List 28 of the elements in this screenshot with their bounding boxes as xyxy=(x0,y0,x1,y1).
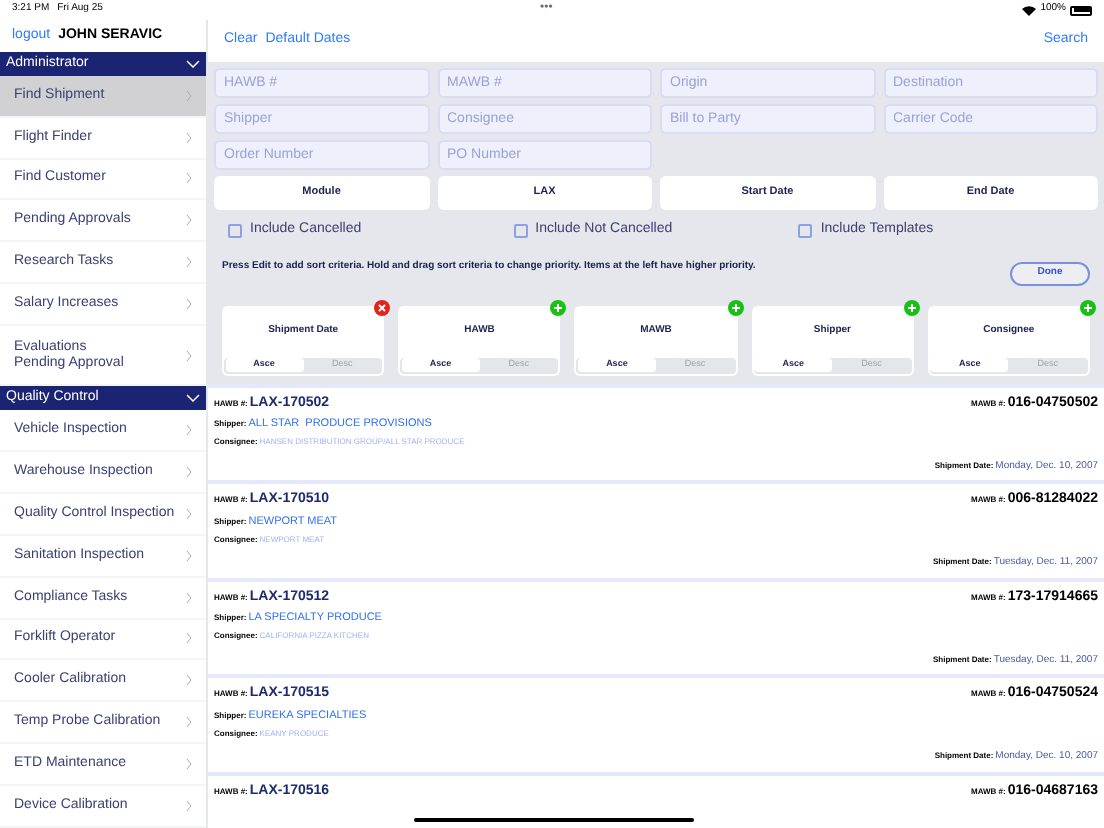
checkbox[interactable] xyxy=(798,223,813,238)
chevron-icon xyxy=(186,59,200,68)
battery-icon xyxy=(1070,5,1092,15)
chevron-icon xyxy=(186,131,192,144)
add-icon[interactable] xyxy=(727,299,744,315)
add-icon[interactable] xyxy=(903,299,920,315)
chevron-icon xyxy=(186,349,192,362)
add-icon[interactable] xyxy=(550,299,567,315)
chevron-icon xyxy=(186,424,192,437)
chevron-icon xyxy=(186,214,192,227)
remove-icon[interactable] xyxy=(374,299,391,315)
chevron-icon xyxy=(186,591,192,604)
chevron-icon xyxy=(186,716,192,729)
chevron-icon xyxy=(186,465,192,478)
add-icon[interactable] xyxy=(1079,299,1096,315)
checkbox[interactable] xyxy=(228,223,242,238)
chevron-icon xyxy=(186,632,192,645)
chevron-icon xyxy=(186,172,192,185)
chevron-icon xyxy=(186,674,192,687)
chevron-icon xyxy=(186,507,192,520)
chevron-icon xyxy=(186,298,192,311)
wifi-icon xyxy=(1022,5,1037,15)
chevron-icon xyxy=(186,256,192,269)
chevron-icon xyxy=(186,758,192,771)
chevron-icon xyxy=(186,549,192,562)
chevron-icon xyxy=(186,394,200,403)
chevron-icon xyxy=(186,800,192,813)
checkbox[interactable] xyxy=(513,223,528,238)
